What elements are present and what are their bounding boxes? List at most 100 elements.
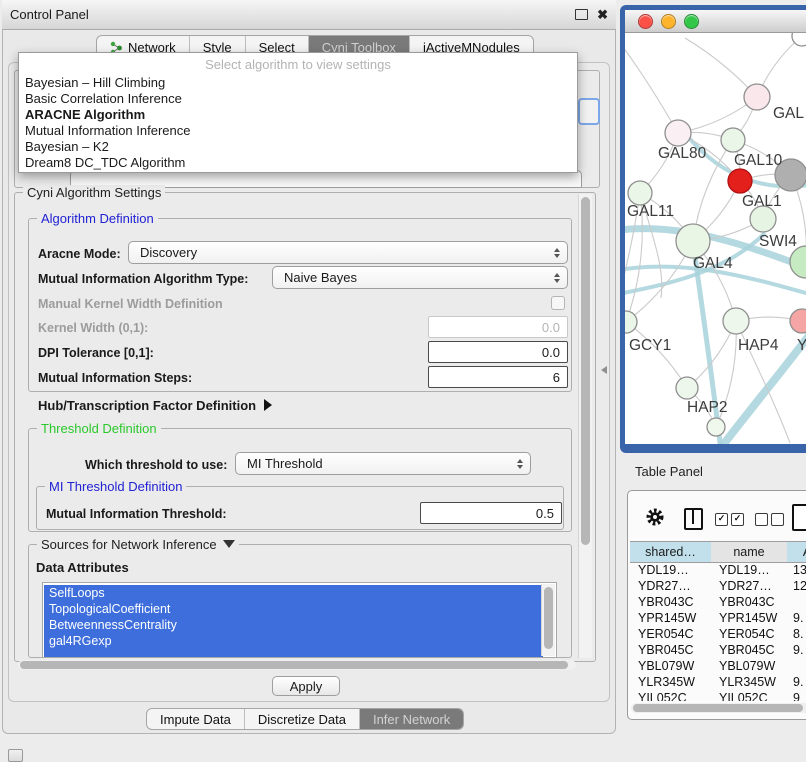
table-row[interactable]: YBL079WYBL079W — [630, 658, 806, 674]
algorithm-option[interactable]: Basic Correlation Inference — [19, 91, 577, 107]
network-node-y[interactable] — [790, 309, 806, 333]
settings-scrollbar-track[interactable] — [578, 194, 592, 658]
apply-button[interactable]: Apply — [272, 676, 340, 696]
sources-group-title: Sources for Network Inference — [37, 537, 239, 552]
table-cell: YER054C — [711, 626, 787, 642]
which-threshold-combo[interactable]: MI Threshold — [235, 452, 531, 475]
network-node-gal11[interactable] — [628, 181, 652, 205]
network-canvas[interactable]: GALGAL80GAL10GAL1GAL11SWI4GAL4GCY1HAP4YH… — [625, 33, 806, 444]
table-row[interactable]: YDL19…YDL19…13 — [630, 562, 806, 578]
table-cell: YDR27… — [630, 578, 711, 594]
dpi-tolerance-label: DPI Tolerance [0,1]: — [38, 346, 154, 360]
table-row[interactable]: YDR27…YDR27…12 — [630, 578, 806, 594]
table-hscrollbar-thumb[interactable] — [633, 704, 803, 712]
algorithm-option[interactable]: Bayesian – Hill Climbing — [19, 75, 577, 91]
control-panel-titlebar[interactable]: Control Panel ✖ — [2, 0, 616, 30]
data-attribute-item[interactable]: gal4RGexp — [44, 633, 543, 649]
data-attribute-item[interactable]: BetweennessCentrality — [44, 617, 543, 633]
bottom-tab-discretize-data[interactable]: Discretize Data — [245, 709, 360, 729]
bottom-tab-infer-network[interactable]: Infer Network — [360, 709, 463, 729]
network-node-gal[interactable] — [744, 84, 770, 110]
table-cell: 9. — [787, 610, 806, 626]
column-header-name[interactable]: name — [711, 541, 788, 563]
focused-combo-fragment[interactable] — [578, 98, 600, 125]
algorithm-definition-title: Algorithm Definition — [37, 211, 158, 226]
network-node-hap4[interactable] — [723, 308, 749, 334]
data-attribute-item[interactable]: SelfLoops — [44, 585, 543, 601]
network-node-gal10[interactable] — [721, 128, 745, 152]
column-header-shared-name[interactable]: shared… — [630, 541, 712, 563]
algorithm-option[interactable]: ARACNE Algorithm — [19, 107, 577, 123]
network-node-gal80[interactable] — [665, 120, 691, 146]
table-cell: YBR043C — [630, 594, 711, 610]
network-edge — [685, 38, 757, 97]
network-node[interactable] — [728, 169, 752, 193]
minimize-traffic-light-icon[interactable] — [661, 14, 676, 29]
algorithm-option[interactable]: Mutual Information Inference — [19, 123, 577, 139]
hub-tf-definition-toggle[interactable]: Hub/Transcription Factor Definition — [38, 398, 272, 413]
table-panel-title: Table Panel — [635, 464, 703, 479]
mi-steps-field[interactable]: 6 — [428, 366, 568, 388]
table-cell: 9. — [787, 674, 806, 690]
manual-kernel-checkbox[interactable] — [551, 296, 565, 310]
settings-hscrollbar-track[interactable] — [18, 660, 576, 670]
table-cell: YBR045C — [711, 642, 787, 658]
settings-hscrollbar-thumb[interactable] — [20, 661, 568, 669]
data-attribute-item-partial[interactable] — [44, 649, 543, 657]
mi-threshold-field[interactable]: 0.5 — [420, 502, 562, 524]
network-node-hap2[interactable] — [676, 377, 698, 399]
close-icon[interactable]: ✖ — [597, 8, 608, 21]
settings-scrollbar-thumb[interactable] — [581, 197, 590, 545]
table-row[interactable]: YER054CYER054C8. — [630, 626, 806, 642]
network-node-label: SWI4 — [759, 233, 797, 250]
deselect-all-columns-icon[interactable] — [755, 513, 784, 526]
table-row[interactable]: YBR043CYBR043C — [630, 594, 806, 610]
zoom-traffic-light-icon[interactable] — [684, 14, 699, 29]
algorithm-option[interactable]: Dream8 DC_TDC Algorithm — [19, 155, 577, 171]
network-node-label: HAP2 — [687, 399, 728, 416]
table-row[interactable]: YIL052CYIL052C9 — [630, 690, 806, 701]
gear-icon[interactable] — [644, 506, 666, 528]
attributes-scrollbar-track[interactable] — [541, 584, 555, 656]
network-node-label: GAL1 — [742, 193, 782, 210]
network-node[interactable] — [707, 418, 725, 436]
table-cell: YPR145W — [630, 610, 711, 626]
network-window-titlebar[interactable] — [625, 10, 806, 33]
network-node[interactable] — [792, 33, 806, 46]
combo-stepper-icon — [517, 459, 523, 469]
attributes-scrollbar-thumb[interactable] — [544, 587, 553, 649]
network-node-swi4[interactable] — [790, 246, 806, 278]
collapsed-panel-icon[interactable] — [8, 749, 23, 762]
network-node-gal4[interactable] — [676, 224, 710, 258]
table-cell: YBL079W — [630, 658, 711, 674]
network-node-label: Y — [797, 337, 806, 354]
column-header-partial[interactable]: A — [787, 541, 806, 563]
table-cell — [787, 594, 806, 610]
table-row[interactable]: YLR345WYLR345W9. — [630, 674, 806, 690]
select-all-columns-icon[interactable]: ✓✓ — [715, 513, 744, 526]
mi-type-combo[interactable]: Naive Bayes — [272, 266, 568, 289]
table-cell: 8. — [787, 626, 806, 642]
table-row[interactable]: YBR045CYBR045C9. — [630, 642, 806, 658]
kernel-width-field[interactable]: 0.0 — [428, 316, 568, 338]
dpi-tolerance-field[interactable]: 0.0 — [428, 341, 568, 363]
table-hscrollbar-track[interactable] — [631, 703, 806, 713]
columns-icon[interactable] — [684, 508, 703, 530]
page-icon[interactable] — [792, 504, 806, 531]
threshold-definition-title: Threshold Definition — [37, 421, 161, 436]
data-attribute-item[interactable]: TopologicalCoefficient — [44, 601, 543, 617]
table-panel-window: ✓✓ shared… name A YDL19…YDL19…13YDR27…YD… — [627, 490, 806, 720]
manual-kernel-label: Manual Kernel Width Definition — [38, 297, 223, 311]
float-window-icon[interactable] — [575, 9, 588, 20]
table-cell: 12 — [787, 578, 806, 594]
control-panel-title: Control Panel — [10, 7, 89, 22]
data-attributes-list[interactable]: SelfLoopsTopologicalCoefficientBetweenne… — [42, 582, 557, 658]
table-cell: 13 — [787, 562, 806, 578]
bottom-tab-impute-data[interactable]: Impute Data — [147, 709, 245, 729]
close-traffic-light-icon[interactable] — [638, 14, 653, 29]
table-row[interactable]: YPR145WYPR145W9. — [630, 610, 806, 626]
aracne-mode-combo[interactable]: Discovery — [128, 241, 568, 264]
splitter-collapse-icon[interactable] — [601, 366, 607, 374]
algorithm-option[interactable]: Bayesian – K2 — [19, 139, 577, 155]
aracne-mode-value: Discovery — [140, 245, 197, 260]
